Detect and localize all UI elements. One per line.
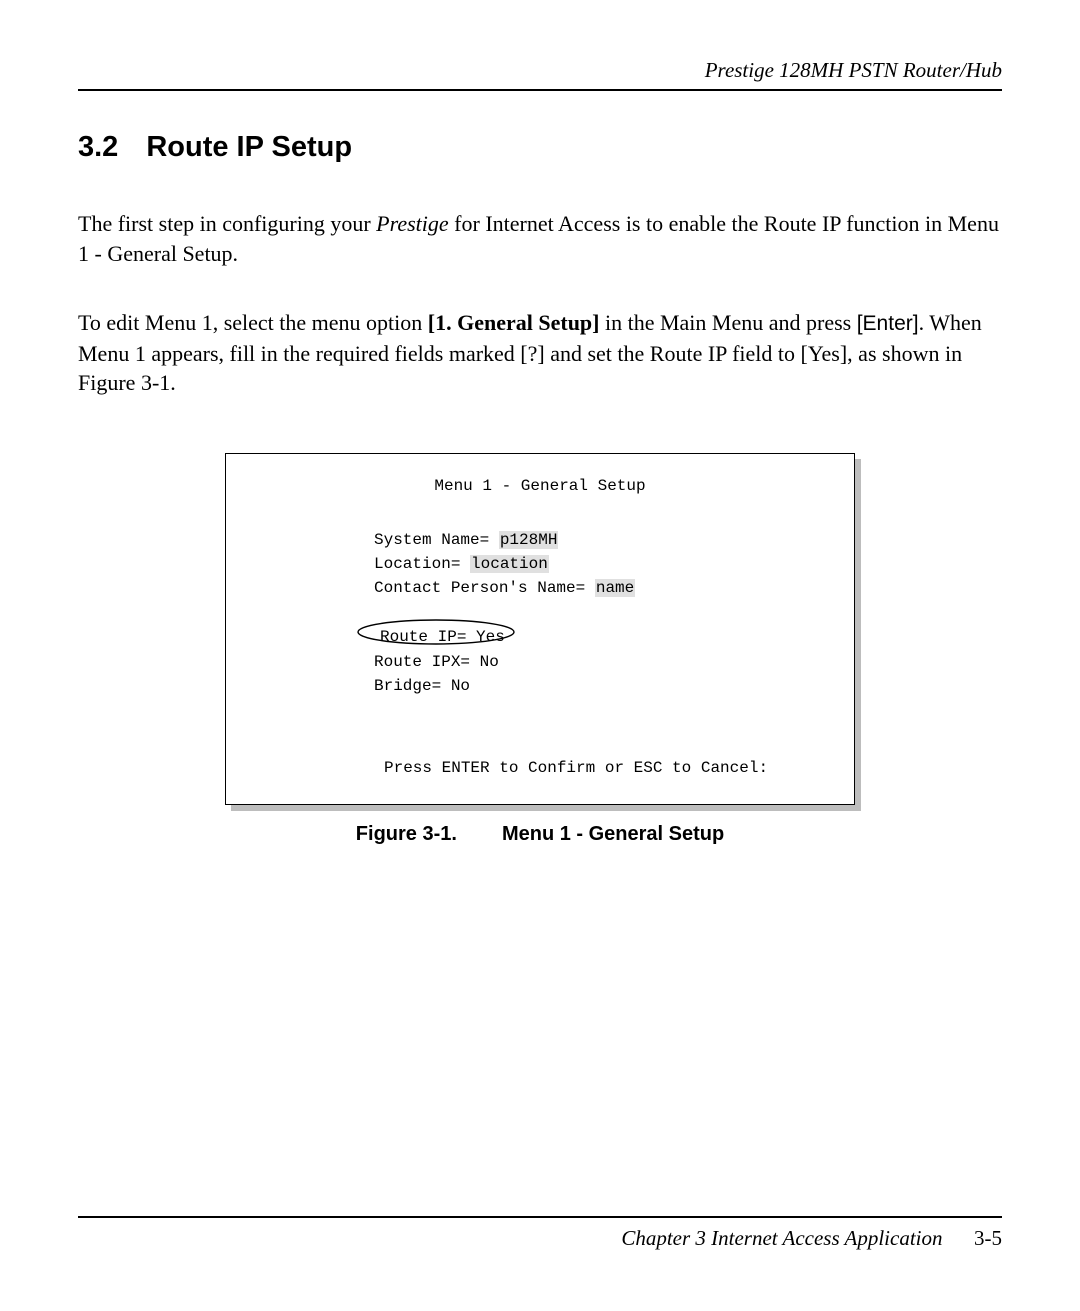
para2-pre: To edit Menu 1, select the menu option bbox=[78, 310, 428, 335]
route-ipx-line: Route IPX= No bbox=[374, 650, 824, 674]
figure-box: Menu 1 - General Setup System Name= p128… bbox=[225, 453, 855, 805]
figure-caption-text: Menu 1 - General Setup bbox=[502, 823, 724, 845]
bridge-line: Bridge= No bbox=[374, 674, 824, 698]
footer-right: Chapter 3 Internet Access Application 3-… bbox=[621, 1226, 1002, 1251]
field-location: Location= location bbox=[374, 552, 824, 576]
figure-fields: System Name= p128MH Location= location C… bbox=[374, 528, 824, 600]
field-system-name-value: p128MH bbox=[499, 531, 559, 549]
figure-container: Menu 1 - General Setup System Name= p128… bbox=[225, 453, 855, 805]
field-location-value: location bbox=[470, 555, 549, 573]
figure-caption: Figure 3-1. Menu 1 - General Setup bbox=[78, 823, 1002, 846]
footer-rule bbox=[78, 1216, 1002, 1218]
figure-routes: Route IP= Yes Route IPX= No Bridge= No bbox=[374, 624, 824, 698]
field-system-name: System Name= p128MH bbox=[374, 528, 824, 552]
para1-em: Prestige bbox=[376, 211, 449, 236]
paragraph-1: The first step in configuring your Prest… bbox=[78, 209, 1002, 268]
para2-mid: in the Main Menu and press bbox=[599, 310, 856, 335]
footer-chapter-title: Internet Access Application bbox=[711, 1226, 942, 1250]
page-footer: Chapter 3 Internet Access Application 3-… bbox=[78, 1216, 1002, 1251]
route-ip-line: Route IP= Yes bbox=[374, 624, 511, 650]
field-location-label: Location= bbox=[374, 555, 470, 573]
para1-pre: The first step in configuring your bbox=[78, 211, 376, 236]
footer-page-number: 3-5 bbox=[974, 1226, 1002, 1250]
para2-key: [Enter] bbox=[857, 312, 919, 335]
field-contact: Contact Person's Name= name bbox=[374, 576, 824, 600]
header-rule bbox=[78, 89, 1002, 91]
footer-chapter-label: Chapter 3 bbox=[621, 1226, 706, 1250]
paragraph-2: To edit Menu 1, select the menu option [… bbox=[78, 308, 1002, 398]
section-heading: 3.2 Route IP Setup bbox=[78, 131, 1002, 164]
field-contact-value: name bbox=[595, 579, 635, 597]
page-header: Prestige 128MH PSTN Router/Hub bbox=[78, 58, 1002, 89]
figure-prompt: Press ENTER to Confirm or ESC to Cancel: bbox=[384, 756, 824, 780]
figure-title: Menu 1 - General Setup bbox=[256, 474, 824, 498]
route-ip-text: Route IP= Yes bbox=[380, 628, 505, 646]
figure-caption-number: Figure 3-1. bbox=[356, 823, 457, 846]
field-contact-label: Contact Person's Name= bbox=[374, 579, 595, 597]
para2-bold: [1. General Setup] bbox=[428, 310, 600, 335]
section-number: 3.2 bbox=[78, 131, 118, 164]
section-title-text: Route IP Setup bbox=[146, 131, 352, 163]
field-system-name-label: System Name= bbox=[374, 531, 499, 549]
